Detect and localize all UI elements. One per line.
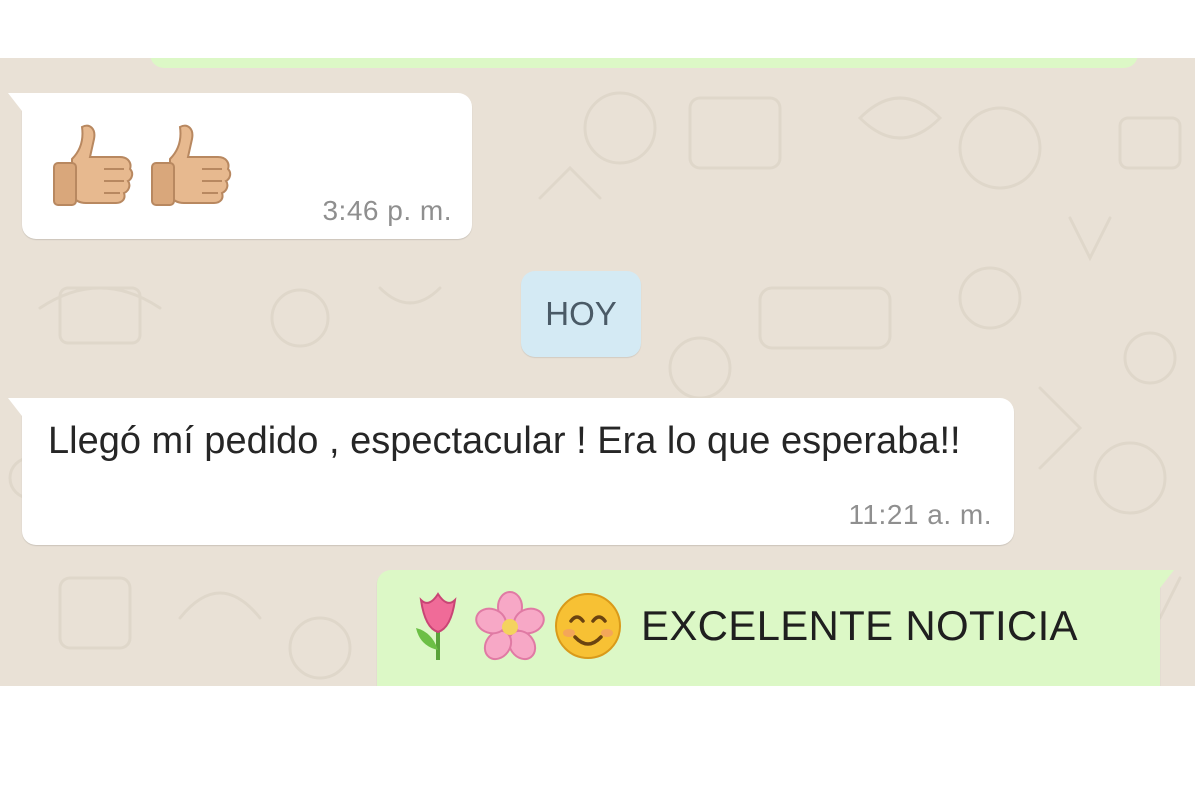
date-separator: HOY [521,271,641,357]
cherry-blossom-icon [475,591,545,661]
message-text: EXCELENTE NOTICIA [641,602,1078,649]
message-text: Llegó mí pedido , espectacular ! Era lo … [48,420,961,462]
message-timestamp: 11:21 a. m. [848,499,992,530]
bubble-tail [8,398,22,416]
thumbs-up-icon [151,124,232,206]
outgoing-message-bubble[interactable]: EXCELENTE NOTICIA [377,570,1174,686]
smiling-face-icon [555,593,621,659]
outgoing-message-content: EXCELENTE NOTICIA [409,590,1078,662]
thumbs-up-icon [53,124,134,206]
previous-outgoing-bubble [150,58,1138,68]
incoming-message-bubble[interactable]: Llegó mí pedido , espectacular ! Era lo … [8,398,1014,545]
incoming-message-bubble[interactable]: 3:46 p. m. [8,93,472,239]
chat-area: 3:46 p. m. HOY Llegó mí pedido , especta… [0,58,1195,686]
bubble-tail [8,93,22,111]
emoji-row [52,121,234,209]
message-timestamp: 3:46 p. m. [322,195,452,226]
tulip-icon [416,592,457,660]
bubble-tail [1160,570,1174,588]
